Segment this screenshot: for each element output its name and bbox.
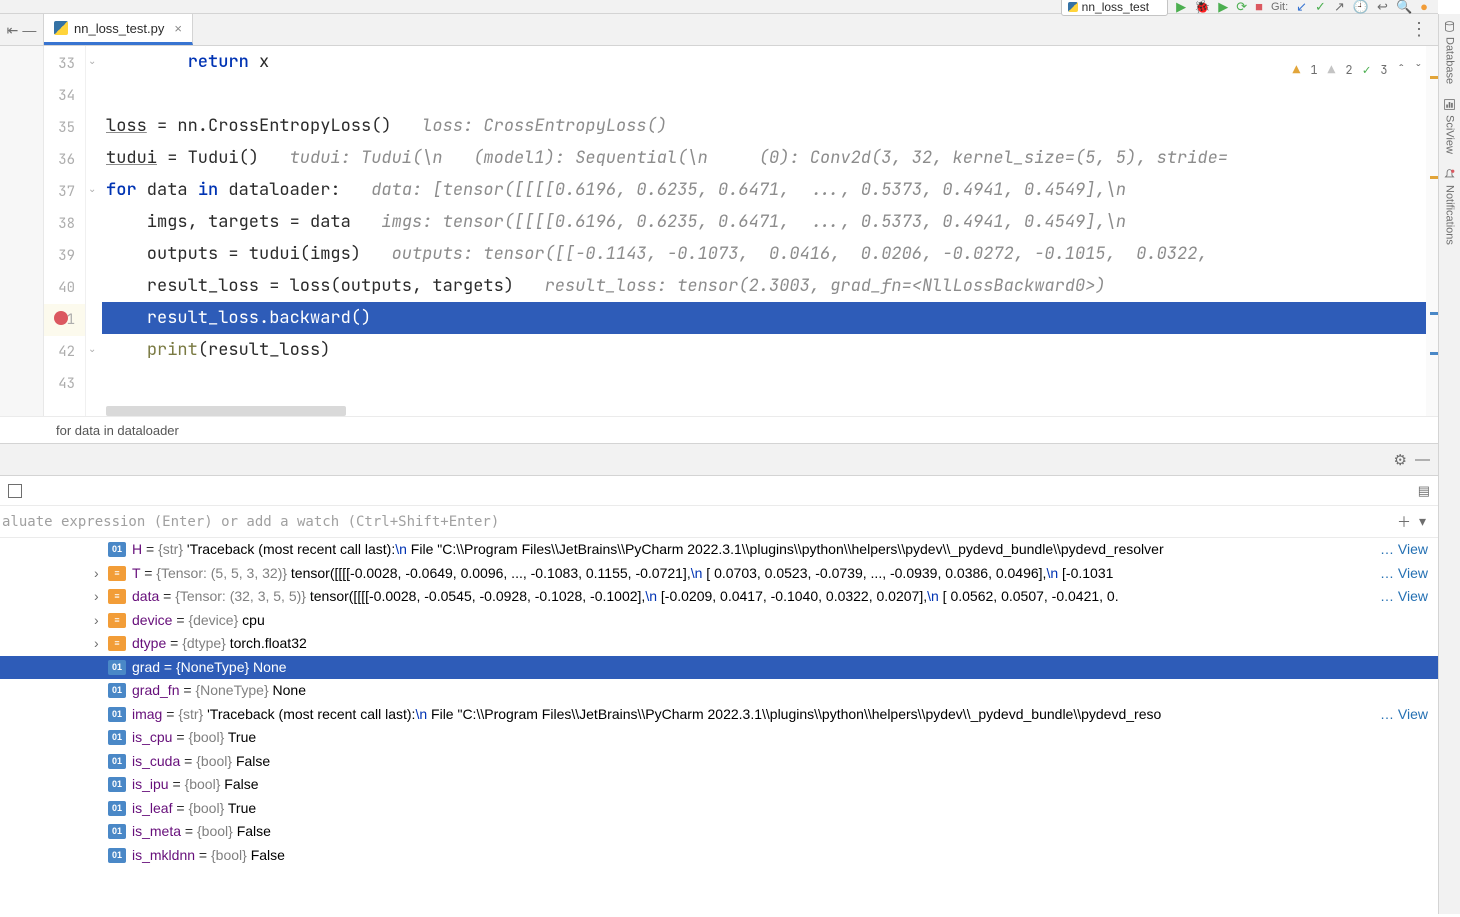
sciview-icon <box>1443 98 1456 111</box>
right-tool-strip: Database SciView Notifications <box>1438 14 1460 914</box>
debug-icon[interactable]: 🐞 <box>1194 0 1210 15</box>
field-badge-icon: 01 <box>108 824 126 839</box>
var-is-ipu[interactable]: 01 is_ipu = {bool} False <box>0 773 1438 797</box>
minimize-icon[interactable]: — <box>22 23 36 37</box>
git-push-icon[interactable]: ↗ <box>1334 0 1345 15</box>
run-config-selector[interactable]: nn_loss_test <box>1061 0 1168 16</box>
field-badge-icon: 01 <box>108 683 126 698</box>
breadcrumb[interactable]: for data in dataloader <box>0 416 1438 444</box>
breakpoint-icon[interactable] <box>54 311 68 325</box>
var-device[interactable]: ≡ device = {device} cpu <box>0 609 1438 633</box>
editor: 33 34 35 36 37 38 39 40 41 42 43 ⌄ ⌄ ⌄ ▲… <box>0 46 1438 416</box>
line-number-gutter: 33 34 35 36 37 38 39 40 41 42 43 <box>44 46 86 416</box>
view-link[interactable]: … View <box>1380 538 1428 562</box>
tool-notifications[interactable]: Notifications <box>1443 168 1456 245</box>
database-icon <box>1443 20 1456 33</box>
search-icon[interactable]: 🔍 <box>1396 0 1412 15</box>
left-gutter-controls: ⇤ — <box>0 14 44 45</box>
obj-badge-icon: ≡ <box>108 636 126 651</box>
git-label: Git: <box>1271 1 1288 13</box>
main-toolbar: nn_loss_test ▶ 🐞 ▶ ⟳ ■ Git: ↙ ✓ ↗ 🕘 ↩ 🔍 … <box>0 0 1438 14</box>
view-link[interactable]: … View <box>1380 562 1428 586</box>
close-tab-icon[interactable]: × <box>174 21 182 36</box>
evaluate-expression-input[interactable] <box>0 514 1393 530</box>
view-link[interactable]: … View <box>1380 703 1428 727</box>
coverage-icon[interactable]: ▶ <box>1218 0 1228 15</box>
error-stripe[interactable] <box>1426 46 1438 416</box>
var-dtype[interactable]: ≡ dtype = {dtype} torch.float32 <box>0 632 1438 656</box>
field-badge-icon: 01 <box>108 848 126 863</box>
tensor-badge-icon: ≡ <box>108 566 126 581</box>
prev-highlight-icon[interactable]: ˆ <box>1398 54 1405 86</box>
git-commit-icon[interactable]: ✓ <box>1315 0 1326 15</box>
view-link[interactable]: … View <box>1380 585 1428 609</box>
run-config-label: nn_loss_test <box>1082 0 1149 14</box>
tool-sciview[interactable]: SciView <box>1443 98 1456 154</box>
fold-end-icon[interactable]: ⌄ <box>88 46 96 78</box>
tab-filename: nn_loss_test.py <box>74 21 164 36</box>
bell-icon <box>1443 168 1456 181</box>
watch-options-icon[interactable]: ▾ <box>1415 513 1430 530</box>
git-update-icon[interactable]: ↙ <box>1296 0 1307 15</box>
field-badge-icon: 01 <box>108 801 126 816</box>
gear-icon[interactable]: ⚙ <box>1394 451 1407 469</box>
evaluate-expression-row: ＋ ▾ <box>0 506 1438 538</box>
debug-subtoolbar: ▤ <box>0 476 1438 506</box>
left-tool-stub <box>0 46 44 416</box>
variables-pane[interactable]: 01 H = {str} 'Traceback (most recent cal… <box>0 538 1438 905</box>
code-content[interactable]: ▲1 ▲2 ✓3 ˆ ˇ return x loss = nn.CrossEnt… <box>102 46 1438 416</box>
tool-database[interactable]: Database <box>1443 20 1456 84</box>
field-badge-icon: 01 <box>108 730 126 745</box>
var-is-cuda[interactable]: 01 is_cuda = {bool} False <box>0 750 1438 774</box>
profile-icon[interactable]: ⟳ <box>1236 0 1247 15</box>
field-badge-icon: 01 <box>108 542 126 557</box>
execution-point: result_loss.backward() <box>102 302 1438 334</box>
calculator-icon[interactable] <box>8 484 22 498</box>
fold-end-icon[interactable]: ⌄ <box>88 334 96 366</box>
debug-toolwindow-header: ⚙ — <box>0 444 1438 476</box>
var-T[interactable]: ≡ T = {Tensor: (5, 5, 3, 32)} tensor([[[… <box>0 562 1438 586</box>
field-badge-icon: 01 <box>108 660 126 675</box>
var-is-cpu[interactable]: 01 is_cpu = {bool} True <box>0 726 1438 750</box>
python-icon <box>1068 2 1078 12</box>
field-badge-icon: 01 <box>108 777 126 792</box>
python-file-icon <box>54 21 68 35</box>
var-grad-fn[interactable]: 01 grad_fn = {NoneType} None <box>0 679 1438 703</box>
warning-icon: ▲ <box>1293 54 1301 86</box>
next-highlight-icon[interactable]: ˇ <box>1415 54 1422 86</box>
git-history-icon[interactable]: 🕘 <box>1353 0 1369 15</box>
var-grad[interactable]: 01 grad = {NoneType} None <box>0 656 1438 680</box>
tab-nn-loss-test[interactable]: nn_loss_test.py × <box>44 14 193 45</box>
var-data[interactable]: ≡ data = {Tensor: (32, 3, 5, 5)} tensor(… <box>0 585 1438 609</box>
tab-options-icon[interactable]: ⋮ <box>1406 19 1432 40</box>
weak-warning-icon: ▲ <box>1328 54 1336 86</box>
stop-icon[interactable]: ■ <box>1255 0 1263 14</box>
ide-settings-icon[interactable]: ● <box>1420 0 1428 14</box>
field-badge-icon: 01 <box>108 707 126 722</box>
add-watch-icon[interactable]: ＋ <box>1393 512 1415 532</box>
field-badge-icon: 01 <box>108 754 126 769</box>
var-imag[interactable]: 01 imag = {str} 'Traceback (most recent … <box>0 703 1438 727</box>
hide-icon[interactable]: — <box>1415 451 1430 468</box>
expand-icon[interactable]: ⇤ <box>7 23 19 37</box>
tensor-badge-icon: ≡ <box>108 589 126 604</box>
var-H[interactable]: 01 H = {str} 'Traceback (most recent cal… <box>0 538 1438 562</box>
ok-icon: ✓ <box>1363 54 1371 86</box>
run-icon[interactable]: ▶ <box>1176 0 1186 15</box>
var-is-leaf[interactable]: 01 is_leaf = {bool} True <box>0 797 1438 821</box>
fold-gutter: ⌄ ⌄ ⌄ <box>86 46 102 416</box>
editor-tabs: ⇤ — nn_loss_test.py × ⋮ <box>0 14 1438 46</box>
var-is-meta[interactable]: 01 is_meta = {bool} False <box>0 820 1438 844</box>
var-is-mkldnn[interactable]: 01 is_mkldnn = {bool} False <box>0 844 1438 868</box>
layout-settings-icon[interactable]: ▤ <box>1418 483 1430 499</box>
git-rollback-icon[interactable]: ↩ <box>1377 0 1388 15</box>
inspection-widget[interactable]: ▲1 ▲2 ✓3 ˆ ˇ <box>1289 52 1426 88</box>
fold-start-icon[interactable]: ⌄ <box>88 174 96 206</box>
obj-badge-icon: ≡ <box>108 613 126 628</box>
horizontal-scrollbar[interactable] <box>106 406 346 416</box>
